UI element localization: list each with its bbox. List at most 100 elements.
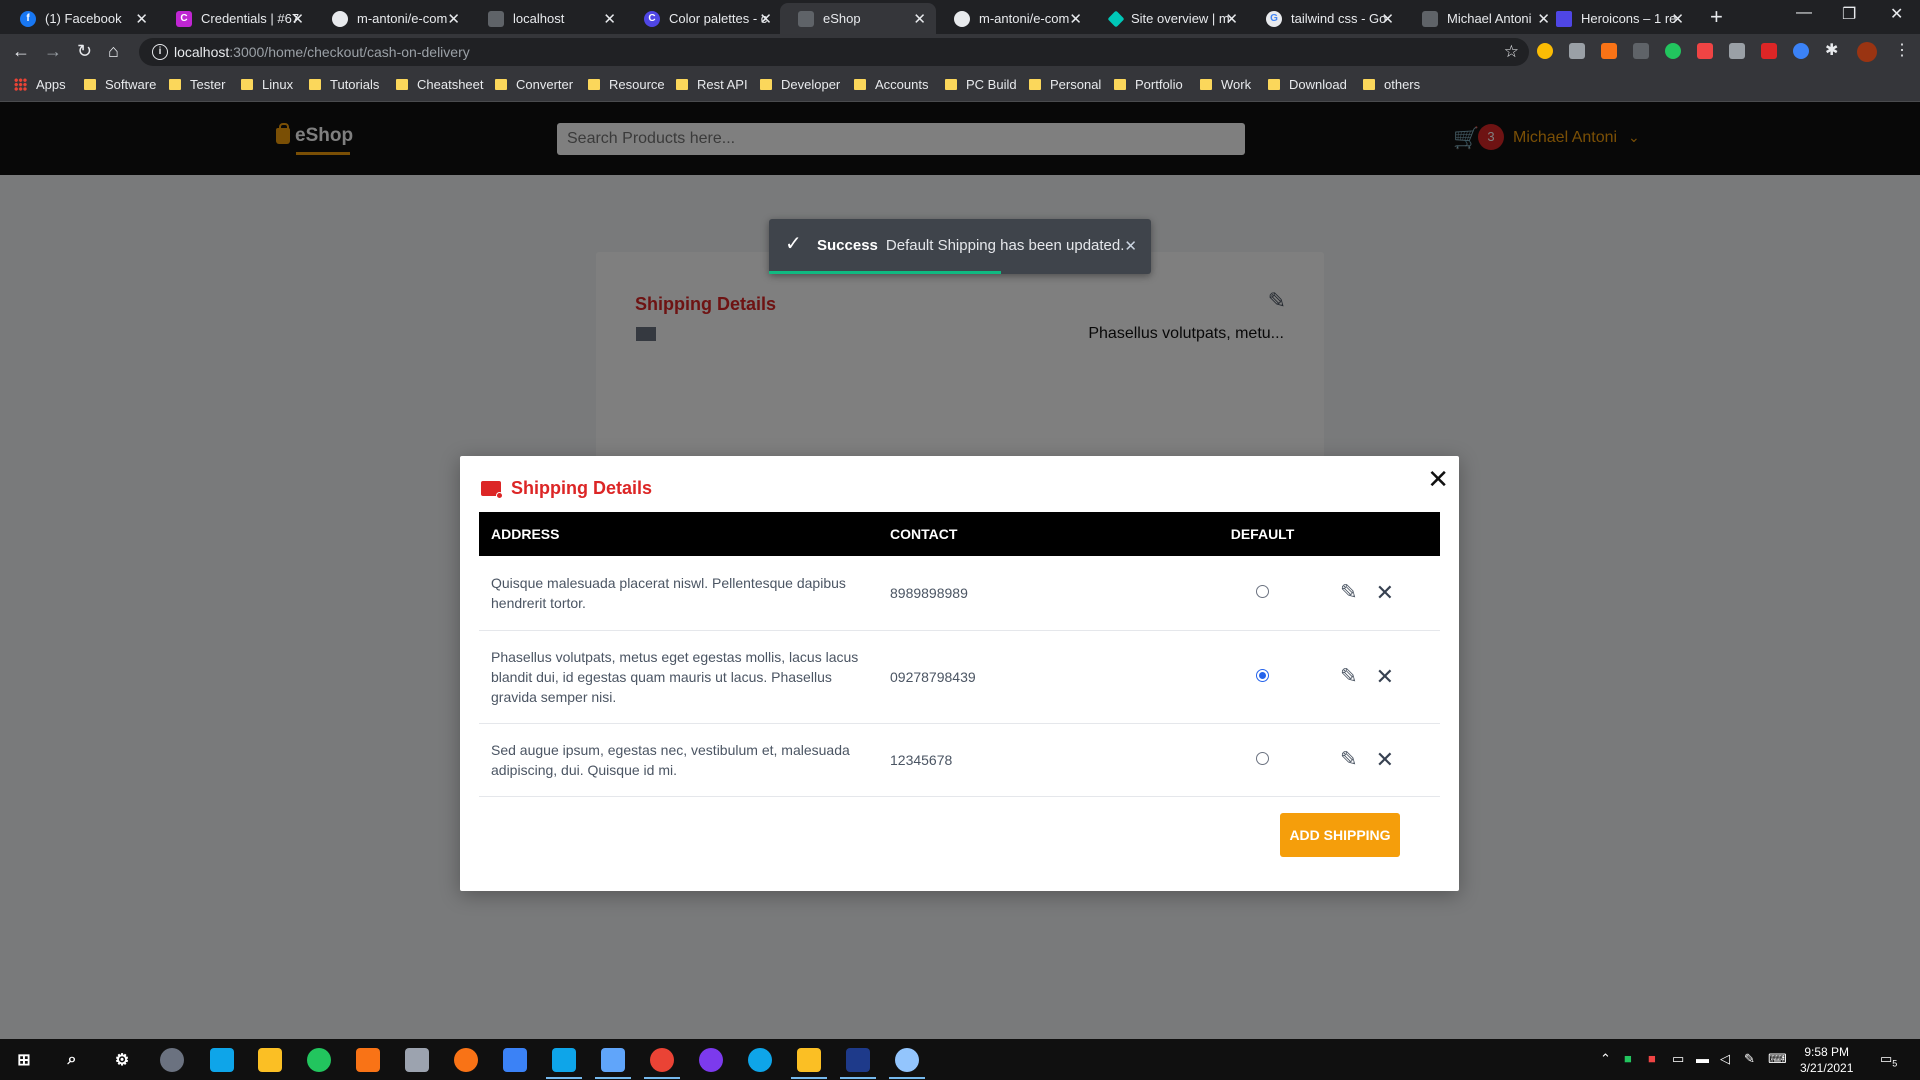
browser-tab[interactable]: localhost ✕ (470, 3, 626, 34)
close-tab-icon[interactable]: ✕ (447, 10, 460, 28)
app-icon[interactable] (405, 1048, 429, 1072)
app-icon[interactable] (356, 1048, 380, 1072)
bookmark-folder[interactable]: PC Build (945, 77, 1017, 92)
puzzle-extensions-icon[interactable]: ✱ (1825, 40, 1838, 60)
extension-icon[interactable] (1761, 43, 1777, 59)
bookmark-folder[interactable]: Work (1200, 77, 1251, 92)
postman-icon[interactable] (454, 1048, 478, 1072)
app-icon[interactable] (258, 1048, 282, 1072)
bookmark-folder[interactable]: Cheatsheet (396, 77, 484, 92)
close-tab-icon[interactable]: ✕ (603, 10, 616, 28)
browser-tab[interactable]: C Color palettes - c ✕ (626, 3, 782, 34)
edit-icon[interactable]: ✎ (1340, 664, 1358, 689)
bookmark-folder[interactable]: Tutorials (309, 77, 379, 92)
close-window-icon[interactable]: ✕ (1890, 4, 1903, 24)
site-info-icon[interactable]: i (152, 44, 168, 60)
close-tab-icon[interactable]: ✕ (1069, 10, 1082, 28)
delete-icon[interactable]: ✕ (1376, 664, 1394, 690)
close-icon[interactable]: ✕ (1124, 237, 1137, 255)
edit-icon[interactable]: ✎ (1340, 580, 1358, 605)
utorrent-icon[interactable] (307, 1048, 331, 1072)
pen-icon[interactable]: ✎ (1744, 1051, 1755, 1067)
browser-tab-active[interactable]: eShop ✕ (780, 3, 936, 34)
bookmark-folder[interactable]: Resource (588, 77, 665, 92)
bookmark-star-icon[interactable]: ☆ (1504, 42, 1519, 62)
default-radio-selected[interactable] (1256, 668, 1269, 682)
bookmark-folder[interactable]: others (1363, 77, 1420, 92)
viber-icon[interactable] (699, 1048, 723, 1072)
extension-icon[interactable] (1793, 43, 1809, 59)
add-shipping-button[interactable]: ADD SHIPPING (1280, 813, 1400, 857)
vscode-icon[interactable] (552, 1048, 576, 1072)
photoshop-icon[interactable] (846, 1048, 870, 1072)
default-radio[interactable] (1256, 584, 1269, 598)
close-tab-icon[interactable]: ✕ (1671, 10, 1684, 28)
close-tab-icon[interactable]: ✕ (913, 10, 926, 28)
close-tab-icon[interactable]: ✕ (291, 10, 304, 28)
search-icon[interactable]: ⌕ (60, 1048, 84, 1072)
skype-icon[interactable] (748, 1048, 772, 1072)
extension-icon[interactable] (1633, 43, 1649, 59)
terminal-icon[interactable] (503, 1048, 527, 1072)
forward-icon[interactable]: → (44, 41, 62, 62)
camera-extension-icon[interactable] (1569, 43, 1585, 59)
extension-icon[interactable] (1697, 43, 1713, 59)
minimize-icon[interactable]: — (1796, 4, 1812, 22)
browser-tab[interactable]: Heroicons – 1 re ✕ (1538, 3, 1694, 34)
restore-icon[interactable]: ❐ (1842, 4, 1856, 24)
app-icon[interactable] (210, 1048, 234, 1072)
home-icon[interactable]: ⌂ (108, 41, 119, 62)
app-icon[interactable] (895, 1048, 919, 1072)
extension-icon[interactable] (1665, 43, 1681, 59)
close-icon[interactable]: ✕ (1427, 466, 1449, 492)
default-radio[interactable] (1256, 751, 1269, 765)
keyboard-icon[interactable]: ⌨ (1768, 1051, 1787, 1067)
extension-icon[interactable] (1601, 43, 1617, 59)
profile-avatar[interactable] (1857, 42, 1877, 62)
reload-icon[interactable]: ↻ (77, 41, 92, 62)
tray-chevron-icon[interactable]: ⌃ (1600, 1051, 1611, 1067)
windows-start-icon[interactable]: ⊞ (12, 1048, 36, 1072)
extension-icon[interactable] (1537, 43, 1553, 59)
bookmark-folder[interactable]: Converter (495, 77, 573, 92)
close-tab-icon[interactable]: ✕ (1381, 10, 1394, 28)
browser-tab[interactable]: Michael Antoni ✕ (1404, 3, 1560, 34)
browser-tab[interactable]: C Credentials | #67 ✕ (158, 3, 314, 34)
close-tab-icon[interactable]: ✕ (1225, 10, 1238, 28)
back-icon[interactable]: ← (12, 41, 30, 62)
bookmark-folder[interactable]: Download (1268, 77, 1347, 92)
bookmark-folder[interactable]: Accounts (854, 77, 928, 92)
browser-tab[interactable]: m-antoni/e-com ✕ (936, 3, 1092, 34)
browser-tab[interactable]: G tailwind css - Go ✕ (1248, 3, 1404, 34)
bookmark-apps[interactable]: Apps (14, 77, 66, 92)
app-icon[interactable] (160, 1048, 184, 1072)
battery-icon[interactable]: ▬ (1696, 1051, 1709, 1066)
browser-tab[interactable]: m-antoni/e-com ✕ (314, 3, 470, 34)
bookmark-folder[interactable]: Rest API (676, 77, 748, 92)
bookmark-folder[interactable]: Software (84, 77, 156, 92)
clock[interactable]: 9:58 PM 3/21/2021 (1800, 1044, 1853, 1076)
bookmark-folder[interactable]: Linux (241, 77, 293, 92)
notifications-icon[interactable]: ▭5 (1880, 1051, 1897, 1069)
address-bar[interactable]: i localhost:3000/home/checkout/cash-on-d… (139, 38, 1529, 66)
network-icon[interactable]: ▭ (1672, 1051, 1684, 1067)
new-tab-icon[interactable]: + (1710, 4, 1723, 30)
chrome-icon[interactable] (650, 1048, 674, 1072)
kebab-menu-icon[interactable]: ⋮ (1894, 40, 1910, 60)
browser-tab[interactable]: Site overview | m ✕ (1092, 3, 1248, 34)
edit-icon[interactable]: ✎ (1340, 747, 1358, 772)
delete-icon[interactable]: ✕ (1376, 747, 1394, 773)
delete-icon[interactable]: ✕ (1376, 580, 1394, 606)
settings-gear-icon[interactable]: ⚙ (110, 1048, 134, 1072)
close-tab-icon[interactable]: ✕ (135, 10, 148, 28)
volume-icon[interactable]: ◁ (1720, 1051, 1730, 1067)
close-tab-icon[interactable]: ✕ (759, 10, 772, 28)
antivirus-icon[interactable]: ■ (1648, 1051, 1656, 1066)
file-explorer-icon[interactable] (797, 1048, 821, 1072)
browser-tab[interactable]: f (1) Facebook ✕ (2, 3, 158, 34)
bookmark-folder[interactable]: Portfolio (1114, 77, 1183, 92)
bookmark-folder[interactable]: Tester (169, 77, 225, 92)
eyedropper-extension-icon[interactable] (1729, 43, 1745, 59)
nvidia-icon[interactable]: ■ (1624, 1051, 1632, 1066)
bookmark-folder[interactable]: Personal (1029, 77, 1101, 92)
